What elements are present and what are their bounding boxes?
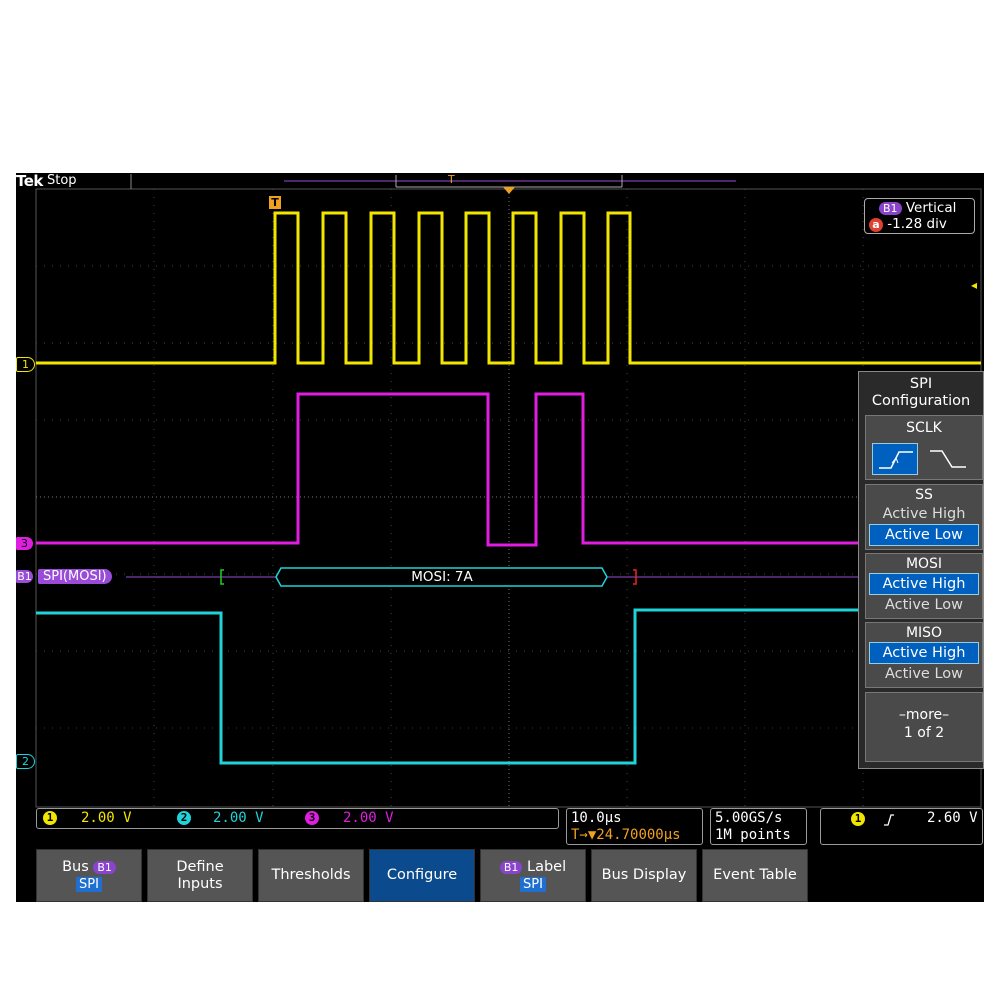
mosi-label: MOSI (905, 556, 943, 572)
more-label: –more– (898, 707, 950, 723)
define-inputs-line2: Inputs (177, 875, 223, 892)
more-page: 1 of 2 (903, 725, 945, 741)
define-inputs-line1: Define (176, 858, 224, 875)
sclk-falling-edge-button[interactable] (926, 443, 972, 475)
mosi-active-high-option[interactable]: Active High (869, 573, 979, 595)
ch2-number: 2 (177, 811, 191, 825)
label-button-label: Label (527, 858, 567, 875)
bus-name-label: SPI(MOSI) (38, 569, 112, 584)
bus-button[interactable]: Bus B1 SPI (36, 849, 142, 902)
configure-button[interactable]: Configure (369, 849, 475, 902)
b1-badge: B1 (879, 202, 902, 215)
waveform-display (35, 174, 982, 808)
ch3-waveform (36, 392, 858, 547)
tek-logo: Tek (16, 173, 43, 190)
mosi-section[interactable]: MOSI Active High Active Low (865, 553, 983, 619)
trigger-readout[interactable]: 1 2.60 V (820, 808, 983, 845)
sclk-section[interactable]: SCLK (865, 415, 983, 480)
define-inputs-button[interactable]: Define Inputs (147, 849, 253, 902)
ch1-edges (274, 213, 347, 363)
miso-active-high-option[interactable]: Active High (869, 642, 979, 664)
bus-display-button[interactable]: Bus Display (591, 849, 697, 902)
sclk-rising-edge-button[interactable] (872, 443, 918, 475)
rising-slope-icon (884, 814, 894, 826)
label-button[interactable]: B1 Label SPI (480, 849, 586, 902)
acquisition-readout[interactable]: 5.00GS/s 1M points (710, 808, 807, 845)
thresholds-label: Thresholds (271, 867, 351, 883)
ss-active-low-option[interactable]: Active Low (869, 524, 979, 546)
bus-display-label: Bus Display (601, 867, 687, 883)
channel-scale-readout[interactable]: 1 2.00 V 2 2.00 V 3 2.00 V (36, 808, 559, 829)
mosi-active-low-option[interactable]: Active Low (869, 595, 979, 615)
miso-label: MISO (905, 625, 943, 641)
b1-flag[interactable]: B1 (16, 570, 33, 583)
ch2-waveform (36, 608, 858, 765)
ch2-scale: 2.00 V (213, 810, 264, 826)
event-table-button[interactable]: Event Table (702, 849, 808, 902)
vertical-value: -1.28 div (887, 216, 947, 232)
ch1-number: 1 (43, 811, 57, 825)
miso-section[interactable]: MISO Active High Active Low (865, 622, 983, 688)
decode-packet-text: MOSI: 7A (411, 569, 473, 585)
ch3-number: 3 (305, 811, 319, 825)
vertical-title: Vertical (905, 200, 957, 216)
trigger-position-icon: T→▼ (571, 827, 597, 843)
cursor-a-badge: a (869, 218, 883, 232)
sclk-label: SCLK (906, 420, 942, 436)
trigger-position-value: 24.70000µs (596, 827, 681, 843)
configure-label: Configure (386, 867, 458, 883)
bus-button-value: SPI (76, 876, 102, 892)
timebase-value: 10.0µs (571, 810, 622, 826)
sample-rate: 5.00GS/s (715, 810, 783, 826)
spi-config-side-menu: SPI Configuration SCLK SS Active High Ac… (858, 371, 984, 769)
trigger-marker-top: T (448, 173, 455, 186)
ch1-ground-flag[interactable]: 1 (16, 357, 35, 372)
side-title-line2: Configuration (871, 393, 971, 409)
ch1-waveform (36, 211, 981, 365)
falling-edge-icon (930, 450, 966, 468)
miso-active-low-option[interactable]: Active Low (869, 664, 979, 684)
vertical-readout: B1 Vertical a -1.28 div (864, 198, 975, 234)
ch2-ground-flag[interactable]: 2 (16, 754, 35, 769)
more-button[interactable]: –more– 1 of 2 (865, 692, 983, 762)
graticule-center-axes (36, 189, 981, 807)
side-menu-title: SPI Configuration (859, 376, 983, 410)
bus-button-label: Bus (62, 858, 89, 875)
bus-button-badge: B1 (93, 860, 116, 874)
ch3-ground-flag[interactable]: 3 (16, 537, 33, 550)
record-length: 1M points (715, 827, 791, 843)
trigger-position-marker[interactable] (503, 187, 515, 194)
ss-active-high-option[interactable]: Active High (869, 504, 979, 524)
timebase-readout[interactable]: 10.0µs T→▼24.70000µs (566, 808, 703, 845)
trigger-source: 1 (851, 812, 865, 826)
ch1-offset-arrow-icon: ◂ (971, 278, 978, 292)
event-table-label: Event Table (713, 867, 797, 883)
ss-section[interactable]: SS Active High Active Low (865, 484, 983, 550)
ss-label: SS (915, 487, 933, 503)
label-button-badge: B1 (499, 860, 523, 874)
label-button-value: SPI (520, 876, 546, 892)
ch1-scale: 2.00 V (81, 810, 132, 826)
rising-edge-icon (879, 451, 913, 469)
acquisition-state: Stop (47, 173, 77, 188)
side-title-line1: SPI (909, 376, 933, 392)
oscilloscope-screen: Tek Stop T T B1 Vertical a -1.28 div ◂ 1… (16, 173, 984, 902)
trigger-level: 2.60 V (927, 810, 978, 826)
thresholds-button[interactable]: Thresholds (258, 849, 364, 902)
trigger-marker-ch1: T (269, 196, 281, 209)
ch3-scale: 2.00 V (343, 810, 394, 826)
